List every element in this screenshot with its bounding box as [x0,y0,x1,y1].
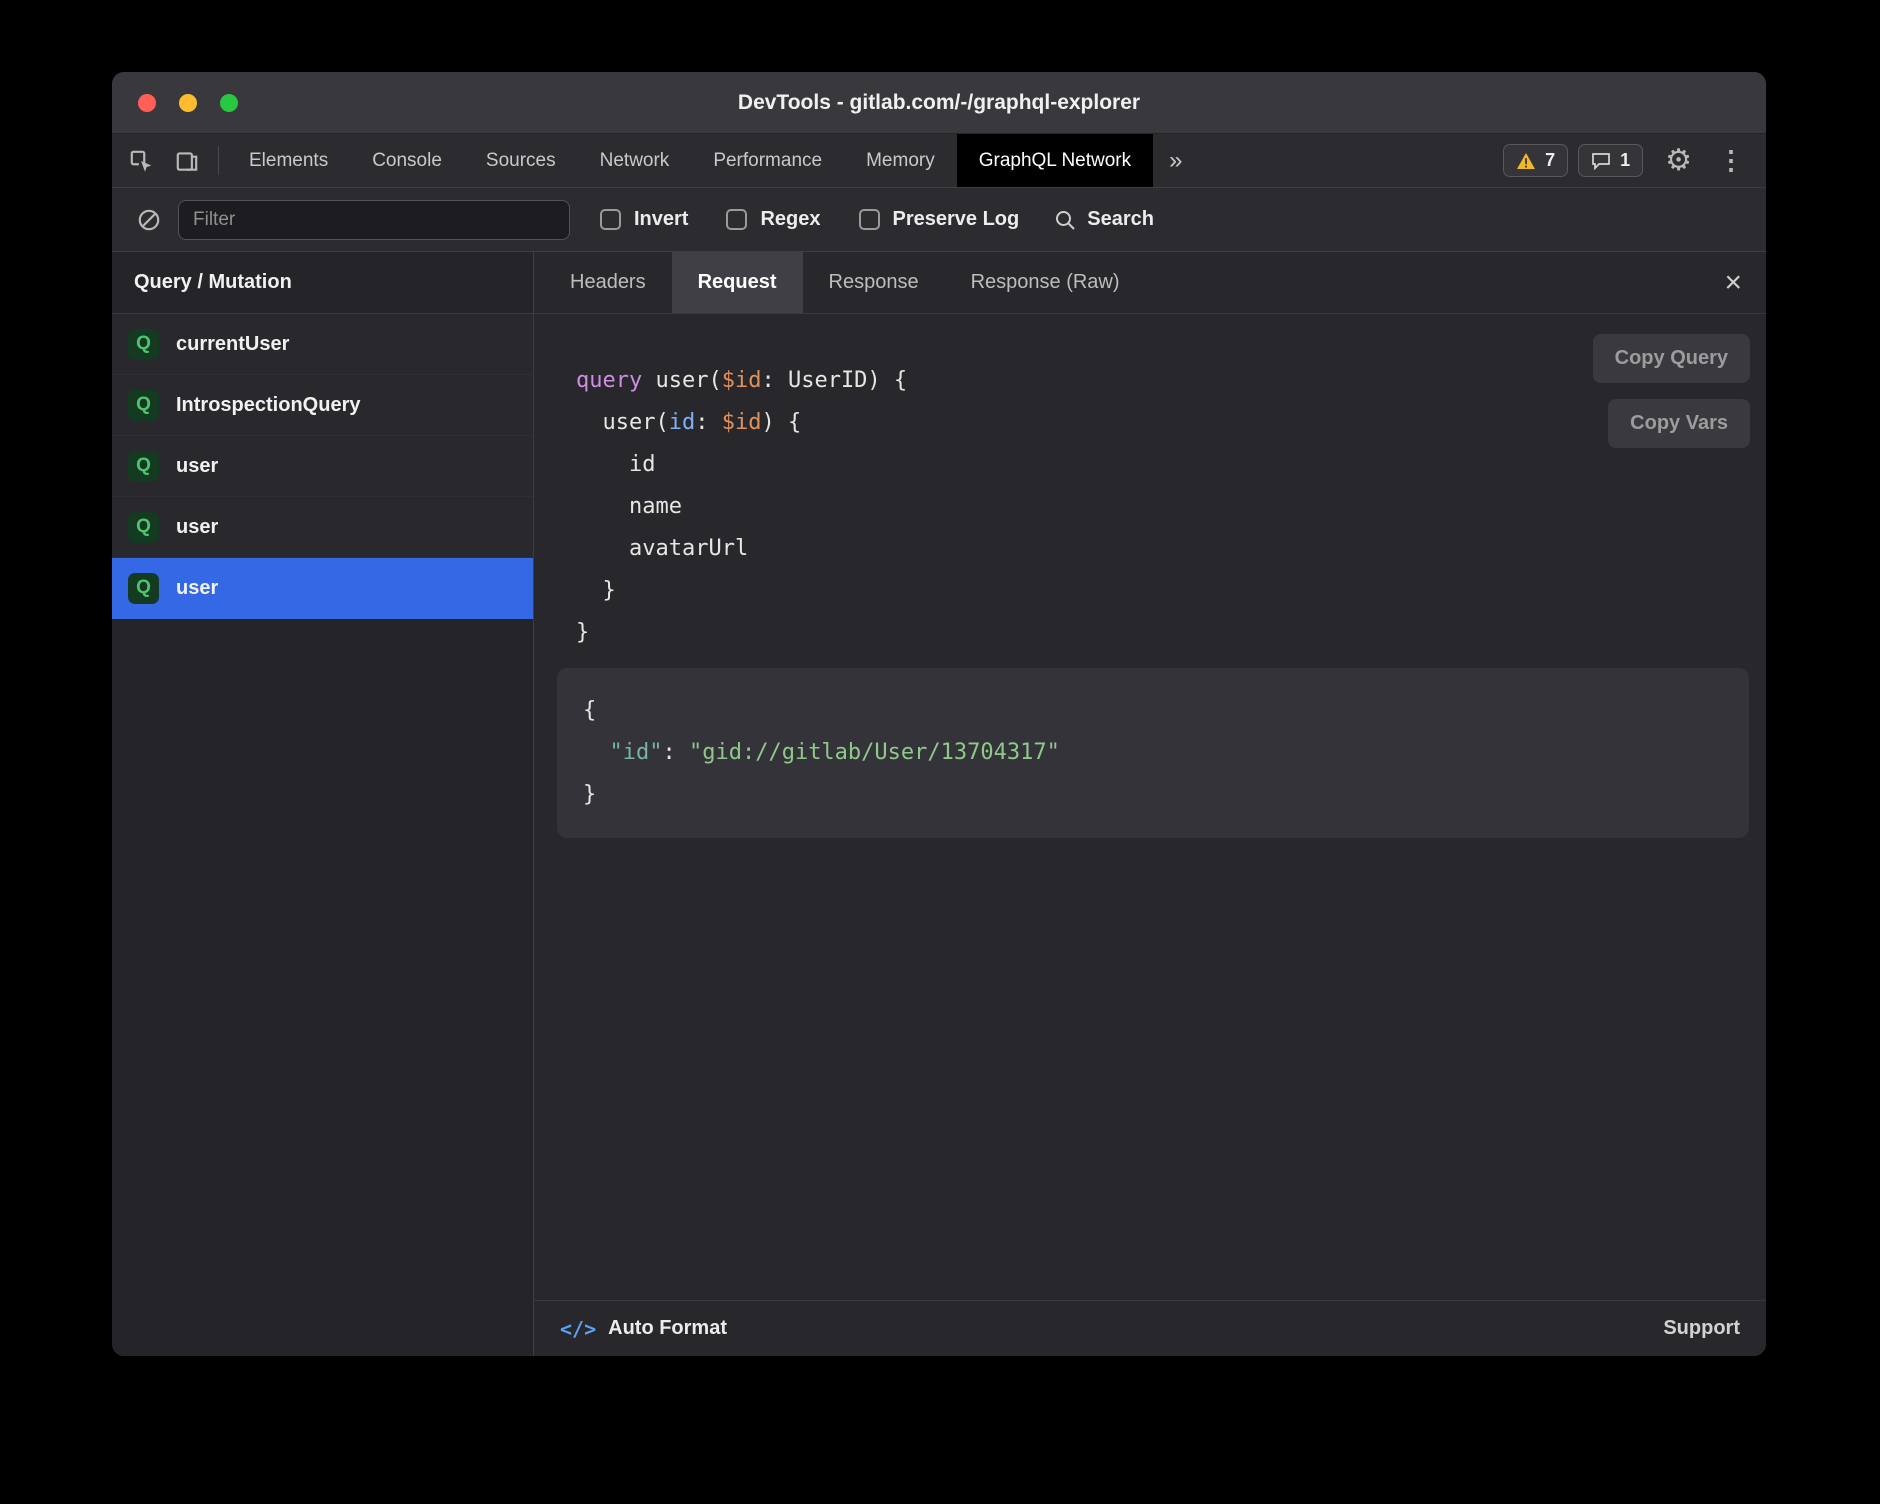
filter-bar: Invert Regex Preserve Log Search [112,188,1766,252]
query-badge-icon: Q [128,329,159,360]
messages-badge[interactable]: 1 [1578,144,1643,177]
detail-footer: </> Auto Format Support [534,1300,1766,1356]
support-link[interactable]: Support [1663,1317,1740,1340]
toolbar-separator [218,146,219,175]
query-badge-icon: Q [128,512,159,543]
checkbox-regex[interactable]: Regex [726,208,820,231]
code-line: user(id: $id) { [576,402,1766,444]
code-line: name [576,486,1766,528]
search-label: Search [1087,208,1154,231]
tab-performance[interactable]: Performance [691,134,844,187]
detail-tab-response-raw[interactable]: Response (Raw) [945,252,1146,313]
close-icon[interactable]: × [1700,268,1766,298]
issues-count: 7 [1545,150,1555,171]
tab-memory[interactable]: Memory [844,134,957,187]
warning-icon [1516,152,1536,170]
query-list-item[interactable]: QcurrentUser [112,314,533,375]
search-icon [1053,208,1077,232]
close-window-button[interactable] [138,94,156,112]
code-line: "id": "gid://gitlab/User/13704317" [583,732,1723,774]
detail-tab-list: HeadersRequestResponseResponse (Raw) [544,252,1146,313]
tab-elements[interactable]: Elements [227,134,350,187]
more-tabs-icon[interactable]: » [1153,134,1198,187]
toolbar-spacer [1199,134,1504,187]
query-badge-icon: Q [128,573,159,604]
clear-icon[interactable] [126,207,172,233]
code-line: } [576,570,1766,612]
filter-input[interactable] [178,200,570,240]
query-list-item[interactable]: Q IntrospectionQuery [112,375,533,436]
tab-graphql-network[interactable]: GraphQL Network [957,134,1153,187]
devtools-window: DevTools - gitlab.com/-/graphql-explorer… [112,72,1766,1356]
query-name: user [176,577,218,600]
message-bubble-icon [1591,152,1611,170]
auto-format-button[interactable]: Auto Format [608,1317,727,1340]
query-list: QcurrentUserQIntrospectionQueryQuserQuse… [112,314,533,1356]
code-line: id [576,444,1766,486]
checkbox-preserve-log[interactable]: Preserve Log [859,208,1020,231]
checkbox-label: Invert [634,208,688,231]
window-title: DevTools - gitlab.com/-/graphql-explorer [738,91,1140,115]
checkbox-box-icon[interactable] [859,209,880,230]
tab-network[interactable]: Network [578,134,692,187]
code-line: avatarUrl [576,528,1766,570]
query-list-item[interactable]: Quser [112,497,533,558]
checkbox-box-icon[interactable] [726,209,747,230]
tab-sources[interactable]: Sources [464,134,578,187]
detail-tab-response[interactable]: Response [803,252,945,313]
query-list-item[interactable]: Quser [112,436,533,497]
settings-gear-icon[interactable]: ⚙ [1653,134,1704,187]
checkbox-invert[interactable]: Invert [600,208,688,231]
detail-tabs-row: HeadersRequestResponseResponse (Raw) × [534,252,1766,314]
detail-tab-headers[interactable]: Headers [544,252,672,313]
auto-format-icon: </> [560,1317,596,1341]
messages-count: 1 [1620,150,1630,171]
code-line: } [583,774,1723,816]
status-badges: 7 1 [1503,134,1643,187]
panel-tabs: ElementsConsoleSourcesNetworkPerformance… [227,134,1153,187]
variables-box: { "id": "gid://gitlab/User/13704317"} [557,668,1749,838]
more-options-icon[interactable]: ⋮ [1704,134,1758,187]
checkbox-label: Regex [760,208,820,231]
code-line: query user($id: UserID) { [576,360,1766,402]
code-line: { [583,690,1723,732]
query-badge-icon: Q [128,451,159,482]
zoom-window-button[interactable] [220,94,238,112]
tab-console[interactable]: Console [350,134,464,187]
sidebar: Query / Mutation QcurrentUserQIntrospect… [112,252,534,1356]
filter-checkboxes: Invert Regex Preserve Log [600,208,1019,231]
devtools-toolbar: ElementsConsoleSourcesNetworkPerformance… [112,134,1766,188]
query-name: user [176,516,218,539]
graphql-variables-code: { "id": "gid://gitlab/User/13704317"} [583,690,1723,816]
inspect-element-icon[interactable] [112,134,164,187]
detail-tab-request[interactable]: Request [672,252,803,313]
checkbox-box-icon[interactable] [600,209,621,230]
titlebar: DevTools - gitlab.com/-/graphql-explorer [112,72,1766,134]
copy-buttons: Copy Query Copy Vars [1593,334,1750,448]
query-name: IntrospectionQuery [176,394,360,417]
search-control[interactable]: Search [1053,208,1154,232]
sidebar-header: Query / Mutation [112,252,533,314]
issues-badge[interactable]: 7 [1503,144,1568,177]
copy-vars-button[interactable]: Copy Vars [1608,399,1750,448]
checkbox-label: Preserve Log [893,208,1020,231]
device-toolbar-icon[interactable] [164,134,210,187]
main-split: Query / Mutation QcurrentUserQIntrospect… [112,252,1766,1356]
request-content: Copy Query Copy Vars query user($id: Use… [534,314,1766,1300]
graphql-query-code: query user($id: UserID) { user(id: $id) … [576,360,1766,654]
query-name: currentUser [176,333,289,356]
minimize-window-button[interactable] [179,94,197,112]
query-list-item[interactable]: Quser [112,558,533,619]
copy-query-button[interactable]: Copy Query [1593,334,1750,383]
query-badge-icon: Q [128,390,159,421]
code-line: } [576,612,1766,654]
detail-panel: HeadersRequestResponseResponse (Raw) × C… [534,252,1766,1356]
traffic-lights [138,72,238,133]
query-name: user [176,455,218,478]
